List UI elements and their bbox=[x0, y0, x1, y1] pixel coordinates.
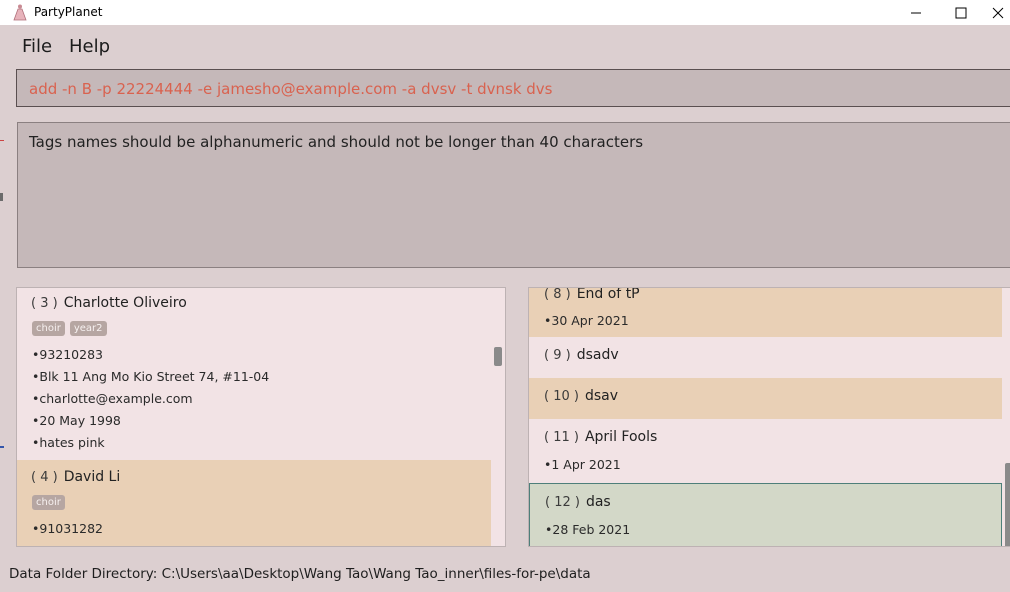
person-card[interactable]: ( 3 ) Charlotte Oliveiro choir year2 •93… bbox=[17, 288, 491, 460]
event-card-header: ( 8 ) End of tP bbox=[544, 287, 640, 302]
minimize-icon bbox=[910, 12, 921, 13]
event-index: ( 10 ) bbox=[544, 389, 579, 404]
window-titlebar: PartyPlanet bbox=[0, 0, 1010, 25]
command-input-text[interactable]: add -n B -p 22224444 -e jamesho@example.… bbox=[29, 80, 553, 98]
event-name: das bbox=[585, 494, 611, 510]
event-index: ( 9 ) bbox=[544, 348, 571, 363]
event-card-header: ( 11 ) April Fools bbox=[544, 429, 657, 445]
event-card[interactable]: ( 10 ) dsav bbox=[529, 378, 1002, 419]
event-card[interactable]: ( 9 ) dsadv bbox=[529, 337, 1002, 378]
person-list[interactable]: ( 3 ) Charlotte Oliveiro choir year2 •93… bbox=[16, 287, 506, 547]
event-date: •28 Feb 2021 bbox=[545, 522, 631, 537]
person-tags: choir bbox=[32, 495, 65, 510]
event-name: dsav bbox=[584, 388, 618, 404]
person-phone: •93210283 bbox=[32, 347, 103, 362]
menu-bar: File Help bbox=[0, 28, 1010, 64]
status-bar: Data Folder Directory: C:\Users\aa\Deskt… bbox=[0, 560, 1010, 592]
maximize-icon bbox=[955, 7, 966, 18]
person-card-header: ( 3 ) Charlotte Oliveiro bbox=[31, 295, 187, 311]
event-card-header: ( 12 ) das bbox=[545, 494, 611, 510]
event-list-scrollbar[interactable] bbox=[1005, 463, 1010, 546]
tag-label: choir bbox=[32, 495, 65, 510]
event-list[interactable]: ( 8 ) End of tP •30 Apr 2021 ( 9 ) dsadv… bbox=[528, 287, 1010, 547]
result-display: Tags names should be alphanumeric and sh… bbox=[17, 122, 1010, 268]
edge-artifact bbox=[0, 193, 3, 201]
event-date: •30 Apr 2021 bbox=[544, 313, 629, 328]
event-card-header: ( 9 ) dsadv bbox=[544, 347, 619, 363]
person-address: •Blk 11 Ang Mo Kio Street 74, #11-04 bbox=[32, 369, 270, 384]
event-card-selected[interactable]: ( 12 ) das •28 Feb 2021 bbox=[529, 483, 1002, 546]
event-index: ( 11 ) bbox=[544, 430, 579, 445]
close-button[interactable] bbox=[983, 0, 1010, 25]
event-card[interactable]: ( 11 ) April Fools •1 Apr 2021 bbox=[529, 419, 1002, 483]
close-icon bbox=[992, 7, 1004, 18]
minimize-button[interactable] bbox=[893, 0, 938, 25]
event-card-header: ( 10 ) dsav bbox=[544, 388, 618, 404]
event-index: ( 8 ) bbox=[544, 287, 571, 302]
party-dress-icon bbox=[13, 4, 27, 21]
menu-help[interactable]: Help bbox=[69, 36, 110, 57]
result-message: Tags names should be alphanumeric and sh… bbox=[29, 133, 644, 151]
person-email: •charlotte@example.com bbox=[32, 391, 193, 406]
person-index: ( 4 ) bbox=[31, 470, 58, 485]
person-remark: •hates pink bbox=[32, 435, 105, 450]
window-title: PartyPlanet bbox=[34, 5, 103, 19]
person-card[interactable]: ( 4 ) David Li choir •91031282 bbox=[17, 460, 491, 546]
person-tags: choir year2 bbox=[32, 321, 107, 336]
person-card-header: ( 4 ) David Li bbox=[31, 469, 120, 485]
tag-label: year2 bbox=[69, 321, 107, 336]
event-index: ( 12 ) bbox=[545, 495, 580, 510]
data-folder-path: Data Folder Directory: C:\Users\aa\Deskt… bbox=[9, 566, 591, 582]
person-birthday: •20 May 1998 bbox=[32, 413, 121, 428]
person-index: ( 3 ) bbox=[31, 296, 58, 311]
edge-artifact bbox=[0, 140, 4, 141]
edge-artifact bbox=[0, 446, 4, 448]
event-name: dsadv bbox=[576, 347, 619, 363]
person-phone: •91031282 bbox=[32, 521, 103, 536]
command-input[interactable]: add -n B -p 22224444 -e jamesho@example.… bbox=[16, 69, 1010, 107]
event-name: April Fools bbox=[584, 429, 658, 445]
person-name: David Li bbox=[63, 469, 121, 485]
menu-file[interactable]: File bbox=[22, 36, 52, 57]
tag-label: choir bbox=[32, 321, 65, 336]
maximize-button[interactable] bbox=[938, 0, 983, 25]
event-name: End of tP bbox=[576, 287, 640, 302]
event-card[interactable]: ( 8 ) End of tP •30 Apr 2021 bbox=[529, 288, 1002, 337]
person-name: Charlotte Oliveiro bbox=[63, 295, 187, 311]
person-list-scrollbar[interactable] bbox=[494, 347, 502, 366]
event-date: •1 Apr 2021 bbox=[544, 457, 621, 472]
